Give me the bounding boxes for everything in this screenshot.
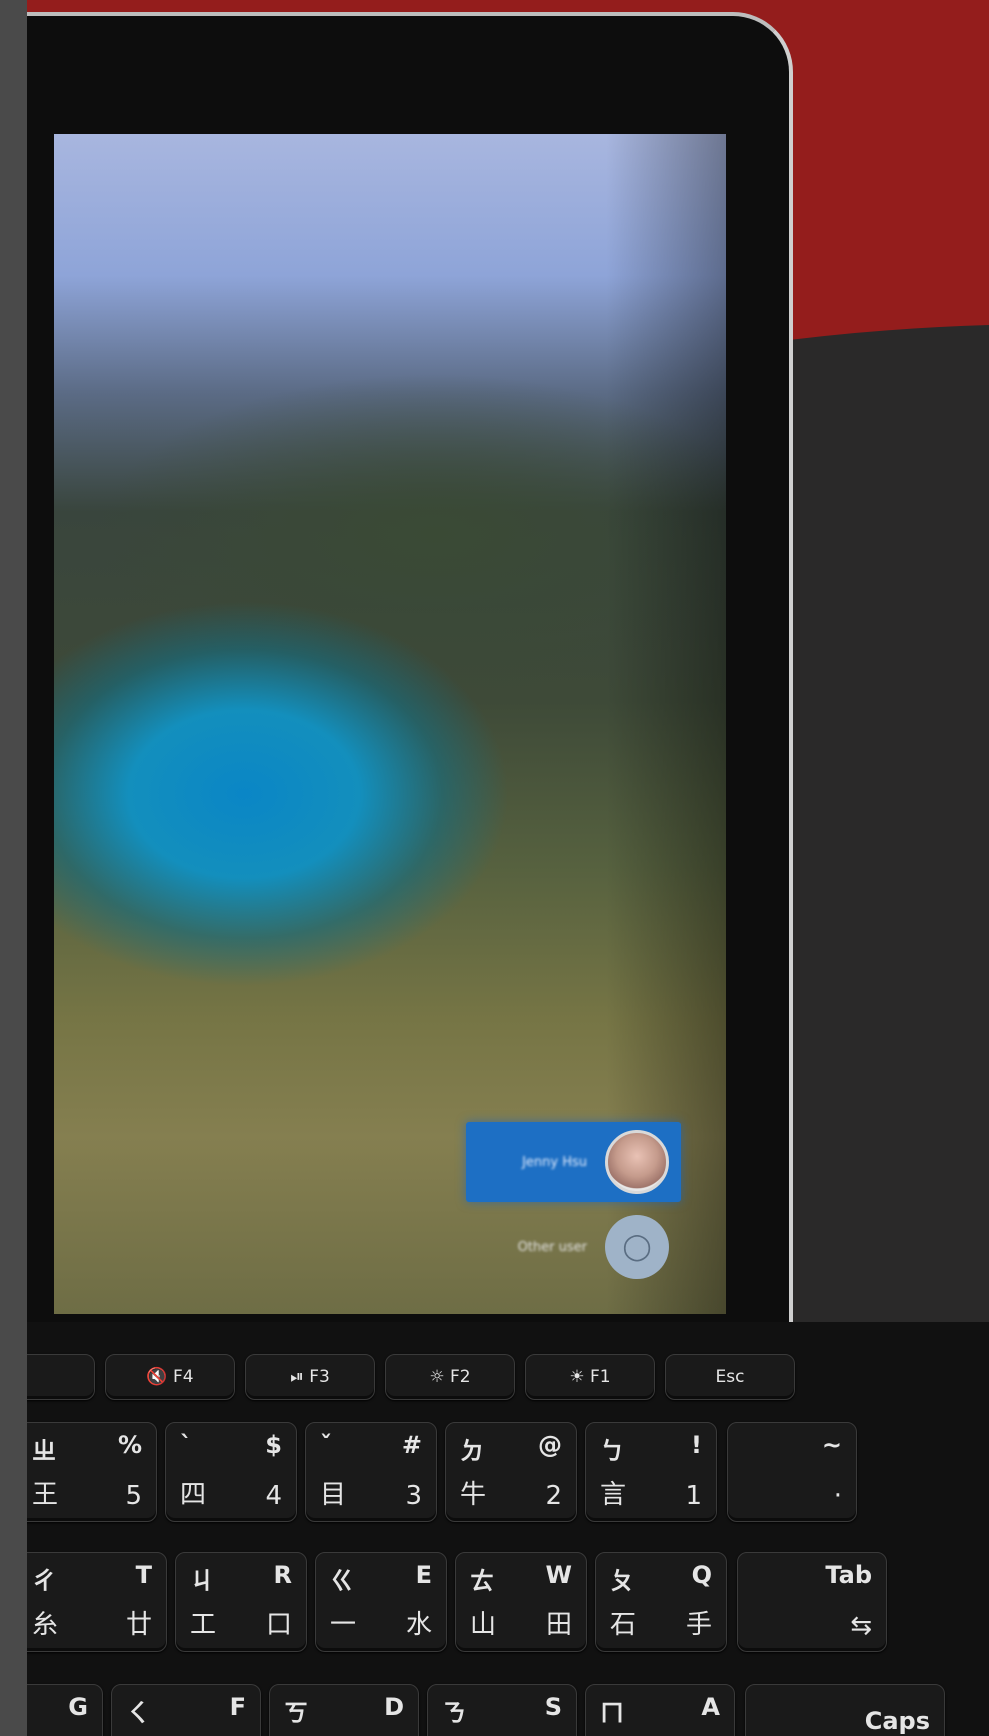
key-f4[interactable]: 🔇 F4 [105,1354,235,1400]
key-top: ㄇ [600,1699,624,1727]
tab-arrows-icon: ⇆ [850,1611,872,1641]
key-label: ☼ F2 [429,1367,471,1387]
left-edge-strip [0,0,27,1736]
keyboard: Esc ☀ F1 ☼ F2 ⏯ F3 🔇 F4 ~ · ㄅ ! 言 1 ㄉ @ … [27,1322,989,1736]
key-top: ㄓ [32,1437,56,1465]
key-top: ㄍ [330,1567,354,1595]
key-top: ㄊ [470,1567,494,1595]
key-bottom: 四 [180,1480,207,1510]
key-bottom: 山 [470,1610,497,1640]
key-bottom: 石 [610,1610,637,1640]
key-top: F [229,1693,246,1721]
key-bottom: 牛 [460,1480,487,1510]
key-bottom: 口 [265,1610,292,1640]
key-d[interactable]: ㄎ D [269,1684,419,1736]
key-top: T [135,1561,152,1589]
key-top: ˋ [180,1431,192,1459]
key-bottom: 3 [405,1481,422,1511]
key-top: D [384,1693,404,1721]
user-avatar [605,1130,669,1194]
key-tilde[interactable]: ~ · [727,1422,857,1522]
key-esc[interactable]: Esc [665,1354,795,1400]
key-label: Tab [825,1561,872,1589]
key-top: ㄐ [190,1567,214,1595]
key-top: ㄎ [284,1699,308,1727]
key-top: ! [691,1431,702,1459]
key-bottom: 4 [265,1481,282,1511]
key-bottom: 工 [190,1610,217,1640]
key-top: ~ [821,1431,842,1459]
key-4[interactable]: ˋ $ 四 4 [165,1422,297,1522]
key-5[interactable]: ㄓ % 王 5 [27,1422,157,1522]
key-label: ☀ F1 [569,1367,611,1387]
key-bottom: 手 [685,1610,712,1640]
key-f3[interactable]: ⏯ F3 [245,1354,375,1400]
key-top: S [544,1693,562,1721]
key-2[interactable]: ㄉ @ 牛 2 [445,1422,577,1522]
key-top: ㄅ [600,1437,624,1465]
key-e[interactable]: ㄍ E 一 水 [315,1552,447,1652]
key-bottom: 目 [320,1480,347,1510]
key-top: E [415,1561,432,1589]
other-user-label: Other user [517,1239,587,1255]
person-icon: ◯ [605,1215,669,1279]
key-3[interactable]: ˇ # 目 3 [305,1422,437,1522]
login-screen: Jenny Hsu Other user ◯ [54,134,726,1314]
key-a[interactable]: ㄇ A [585,1684,735,1736]
key-top: ㄑ [126,1699,150,1727]
key-r[interactable]: ㄐ R 工 口 [175,1552,307,1652]
key-caps[interactable]: Caps [745,1684,945,1736]
key-top: % [117,1431,142,1459]
key-top: ㄋ [442,1699,466,1727]
user-name-label: Jenny Hsu [522,1154,587,1170]
key-top: ㄔ [32,1567,56,1595]
key-top: ㄆ [610,1567,634,1595]
key-label: ⏯ F3 [290,1367,330,1387]
key-f1[interactable]: ☀ F1 [525,1354,655,1400]
key-top: W [545,1561,572,1589]
key-top: A [701,1693,720,1721]
key-label: Caps [864,1707,930,1735]
key-top: R [273,1561,292,1589]
key-bottom: 王 [32,1480,59,1510]
selected-user-button[interactable]: Jenny Hsu [466,1122,681,1202]
key-label: Esc [715,1367,745,1387]
key-top: ˇ [320,1431,332,1459]
key-top: G [68,1693,88,1721]
key-top: Q [691,1561,712,1589]
key-top: $ [265,1431,282,1459]
key-bottom: 廿 [125,1610,152,1640]
key-f[interactable]: ㄑ F [111,1684,261,1736]
key-w[interactable]: ㄊ W 山 田 [455,1552,587,1652]
key-s[interactable]: ㄋ S [427,1684,577,1736]
key-bottom: 2 [545,1481,562,1511]
key-f5[interactable] [27,1354,95,1400]
key-bottom: 1 [685,1481,702,1511]
laptop-screen: Jenny Hsu Other user ◯ [54,134,726,1314]
key-top: ㄉ [460,1437,484,1465]
key-bottom: 糸 [32,1610,59,1640]
key-bottom: 田 [545,1610,572,1640]
key-bottom: 言 [600,1480,627,1510]
key-tab[interactable]: Tab ⇆ [737,1552,887,1652]
key-bottom: 一 [330,1610,357,1640]
key-bottom: 水 [405,1610,432,1640]
key-t[interactable]: ㄔ T 糸 廿 [27,1552,167,1652]
key-label: 🔇 F4 [146,1367,194,1387]
laptop-bezel: Jenny Hsu Other user ◯ [27,12,793,1342]
key-f2[interactable]: ☼ F2 [385,1354,515,1400]
key-1[interactable]: ㄅ ! 言 1 [585,1422,717,1522]
key-bottom: · [833,1481,842,1511]
key-top: @ [538,1431,562,1459]
key-q[interactable]: ㄆ Q 石 手 [595,1552,727,1652]
key-bottom: 5 [125,1481,142,1511]
key-g[interactable]: G [27,1684,103,1736]
other-user-button[interactable]: Other user ◯ [466,1212,681,1282]
key-top: # [401,1431,422,1459]
